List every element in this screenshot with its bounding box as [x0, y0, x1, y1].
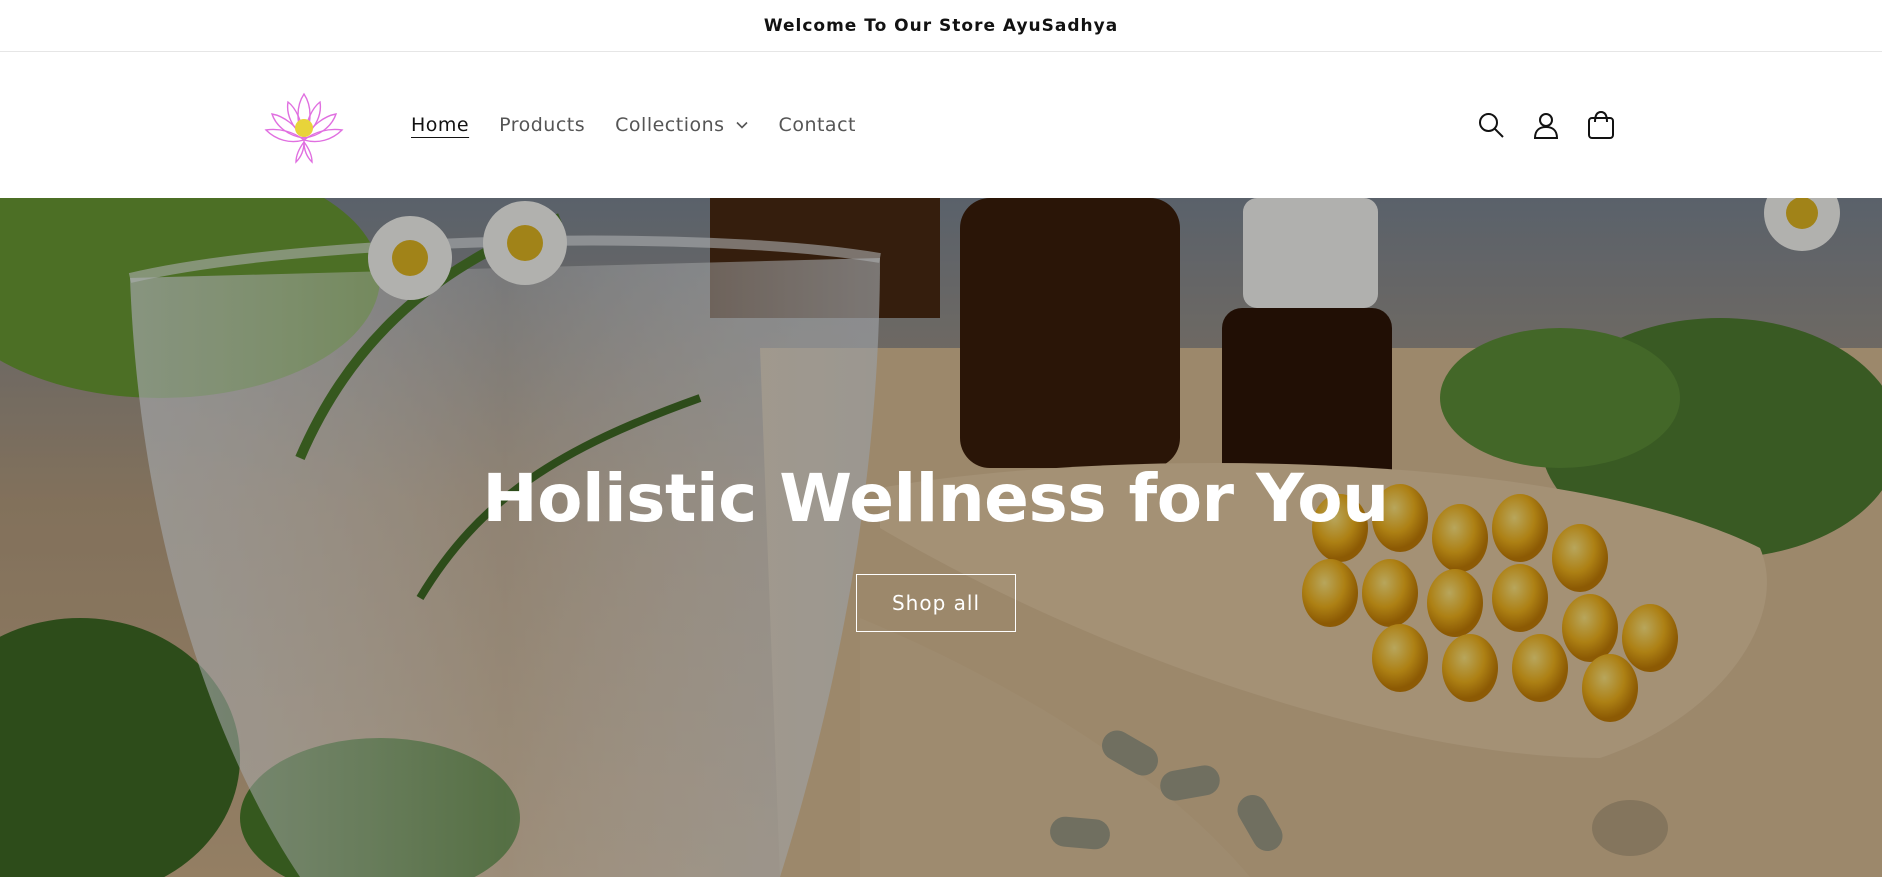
site-header: Home Products Collections Contact — [0, 52, 1882, 198]
shop-all-button[interactable]: Shop all — [856, 574, 1016, 632]
main-nav: Home Products Collections Contact — [411, 52, 886, 198]
header-icons — [1474, 52, 1639, 198]
chevron-down-icon — [735, 121, 748, 129]
nav-products[interactable]: Products — [499, 114, 585, 136]
nav-collections-label: Collections — [615, 114, 725, 136]
account-icon[interactable] — [1529, 108, 1563, 142]
nav-contact[interactable]: Contact — [779, 114, 856, 136]
announcement-bar: Welcome To Our Store AyuSadhya — [0, 0, 1882, 52]
announcement-text: Welcome To Our Store AyuSadhya — [763, 15, 1119, 36]
nav-home[interactable]: Home — [411, 114, 469, 136]
cart-icon[interactable] — [1584, 108, 1618, 142]
hero-overlay — [0, 198, 1882, 877]
search-icon[interactable] — [1474, 108, 1508, 142]
lotus-logo[interactable] — [262, 88, 346, 164]
nav-collections[interactable]: Collections — [615, 114, 748, 136]
hero-title: Holistic Wellness for You — [482, 460, 1389, 537]
hero-banner: Holistic Wellness for You Shop all — [0, 198, 1882, 877]
